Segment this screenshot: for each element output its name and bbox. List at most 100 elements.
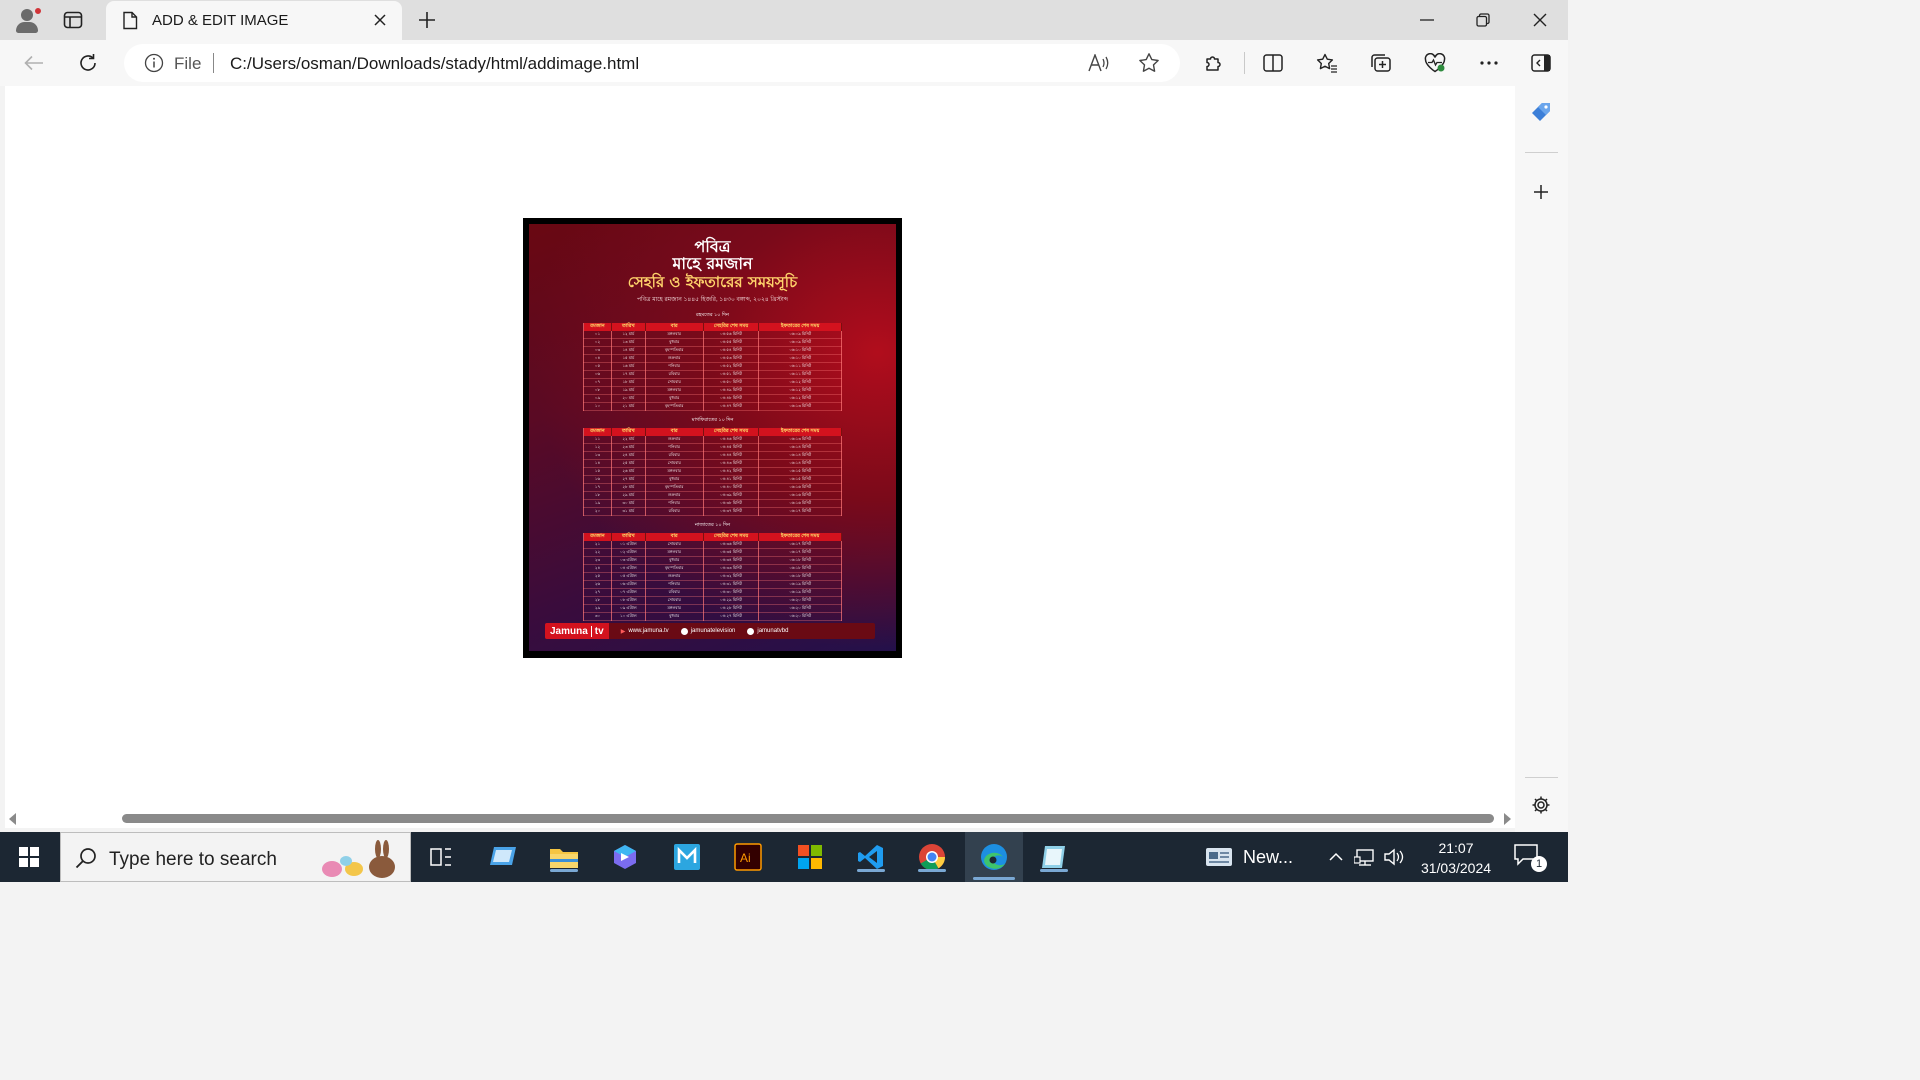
column-header: তারিখ	[611, 533, 646, 541]
read-aloud-icon	[1088, 54, 1109, 72]
favorites-icon	[1316, 53, 1337, 73]
restore-button[interactable]	[1455, 0, 1511, 40]
taskbar-app-remote[interactable]	[485, 840, 521, 874]
table-cell: ০৪:৪৮ মিনিট	[703, 394, 760, 403]
news-widget[interactable]: New...	[1205, 842, 1315, 872]
table-cell: ০৬	[583, 370, 612, 379]
table-cell: ১৭ মার্চ	[611, 370, 646, 379]
table-cell: ০৪:৩৩ মিনিট	[703, 564, 760, 573]
table-row: ১৪ ২৫ মার্চ সোমবার ০৪:৪৩ মিনিট ০৬:১৪ মিনিট	[583, 459, 842, 468]
browser-toolbar: File C:/Users/osman/Downloads/stady/html…	[0, 40, 1568, 86]
task-view-button[interactable]	[423, 840, 459, 874]
collections-button[interactable]	[1364, 47, 1398, 79]
table-cell: ২৮ মার্চ	[611, 483, 646, 492]
tab-actions-button[interactable]	[58, 6, 88, 34]
poster-subheading: পবিত্র মাহে রমজান ১৪৪৫ হিজরি, ১৪৩০ বঙ্গা…	[636, 297, 789, 303]
tab-title: ADD & EDIT IMAGE	[152, 12, 289, 29]
minimize-icon	[1420, 19, 1434, 21]
divider	[1244, 52, 1245, 74]
taskbar-app-vscode[interactable]	[853, 840, 889, 874]
taskbar-app-file-explorer[interactable]	[546, 840, 582, 874]
sidebar-settings-button[interactable]	[1525, 789, 1557, 821]
table-row: ০৯ ২০ মার্চ বুধবার ০৪:৪৮ মিনিট ০৬:১২ মিনিট	[583, 394, 842, 403]
favorites-button[interactable]	[1310, 47, 1344, 79]
network-button[interactable]	[1353, 846, 1377, 868]
start-button[interactable]	[10, 843, 48, 871]
search-placeholder: Type here to search	[109, 849, 277, 870]
table-cell: ০৪:৫১ মিনিট	[703, 370, 760, 379]
profile-status-dot	[34, 7, 42, 15]
scroll-right-arrow-icon[interactable]	[1504, 813, 1511, 825]
divider	[213, 53, 214, 73]
address-bar[interactable]: File C:/Users/osman/Downloads/stady/html…	[124, 44, 1180, 82]
tab-close-button[interactable]	[370, 10, 390, 30]
new-tab-button[interactable]	[412, 6, 442, 34]
table-cell: সোমবার	[645, 541, 704, 549]
read-aloud-button[interactable]	[1086, 50, 1112, 76]
table-cell: ৩০ মার্চ	[611, 499, 646, 508]
column-header: রমজান	[583, 533, 612, 541]
taskbar-app-store[interactable]	[792, 840, 828, 874]
taskbar-app-edge-active[interactable]	[965, 832, 1023, 882]
taskbar-app-chrome[interactable]	[914, 840, 950, 874]
taskbar-app-notes[interactable]	[1036, 840, 1072, 874]
show-hidden-icons-button[interactable]	[1324, 846, 1348, 868]
back-button[interactable]	[17, 47, 51, 79]
tab-actions-icon	[63, 11, 83, 29]
table-cell: ০৫ এপ্রিল	[611, 572, 646, 581]
info-icon[interactable]	[144, 53, 164, 73]
table-cell: ১৮	[583, 491, 612, 500]
table-cell: ০৪:৫২ মিনিট	[703, 362, 760, 371]
table-row: ২০ ৩১ মার্চ রবিবার ০৪:৩৭ মিনিট ০৬:১৭ মিনিট	[583, 507, 842, 516]
browser-essentials-button[interactable]	[1418, 47, 1452, 79]
table-cell: ২৫	[583, 572, 612, 581]
shopping-button[interactable]	[1525, 96, 1557, 128]
more-options-button[interactable]	[1472, 47, 1506, 79]
table-cell: ০৬:১২ মিনিট	[758, 378, 842, 387]
notification-center-button[interactable]: 1	[1514, 844, 1548, 872]
minimize-button[interactable]	[1399, 0, 1455, 40]
task-view-icon	[430, 848, 451, 866]
table-cell: ১৩	[583, 451, 612, 460]
table-cell: ৩০	[583, 612, 612, 621]
url-text[interactable]: C:/Users/osman/Downloads/stady/html/addi…	[230, 54, 639, 74]
table-row: ২৪ ০৪ এপ্রিল বৃহস্পতিবার ০৪:৩৩ মিনিট ০৬:১৮ ম…	[583, 564, 842, 573]
scroll-left-arrow-icon[interactable]	[9, 813, 16, 825]
taskbar-app-m[interactable]	[669, 840, 705, 874]
system-clock[interactable]: 21:07 31/03/2024	[1408, 838, 1504, 878]
table-cell: ০৫	[583, 362, 612, 371]
table-cell: ১৪ মার্চ	[611, 346, 646, 355]
tab-active[interactable]: ADD & EDIT IMAGE	[106, 1, 402, 40]
table-cell: ২৩ মার্চ	[611, 443, 646, 452]
add-sidebar-app-button[interactable]	[1525, 176, 1557, 208]
table-cell: শনিবার	[645, 443, 704, 452]
profile-button[interactable]	[12, 5, 42, 35]
restore-icon	[1476, 13, 1490, 27]
taskbar-app-copilot[interactable]	[607, 840, 643, 874]
table-cell: ০৬:১৭ মিনিট	[758, 507, 842, 516]
table-cell: রবিবার	[645, 507, 704, 516]
scrollbar-thumb[interactable]	[122, 814, 1494, 823]
table-cell: ২২ মার্চ	[611, 436, 646, 444]
table-cell: মঙ্গলবার	[645, 604, 704, 613]
taskbar-app-illustrator[interactable]: Ai	[730, 840, 766, 874]
table-cell: ০৬:২০ মিনিট	[758, 612, 842, 621]
section-title: মাগফিরাতের ১০ দিন	[691, 417, 734, 423]
search-icon	[75, 848, 96, 869]
news-icon	[1206, 848, 1232, 866]
table-cell: ০৬ এপ্রিল	[611, 580, 646, 589]
page-viewport: পবিত্র মাহে রমজান সেহরি ও ইফতারের সময়সূ…	[5, 86, 1515, 810]
table-cell: ২০ মার্চ	[611, 394, 646, 403]
sidebar-toggle-button[interactable]	[1524, 47, 1558, 79]
taskbar-search-box[interactable]: Type here to search	[60, 832, 411, 882]
table-cell: ০৪:৪২ মিনিট	[703, 467, 760, 476]
split-screen-button[interactable]	[1256, 47, 1290, 79]
poster-heading-line2: মাহে রমজান	[672, 254, 753, 273]
volume-button[interactable]	[1382, 846, 1406, 868]
extensions-button[interactable]	[1197, 47, 1231, 79]
favorite-button[interactable]	[1136, 50, 1162, 76]
close-window-button[interactable]	[1512, 0, 1568, 40]
notification-count-badge: 1	[1531, 856, 1547, 872]
horizontal-scrollbar[interactable]	[5, 810, 1515, 828]
refresh-button[interactable]	[71, 47, 105, 79]
